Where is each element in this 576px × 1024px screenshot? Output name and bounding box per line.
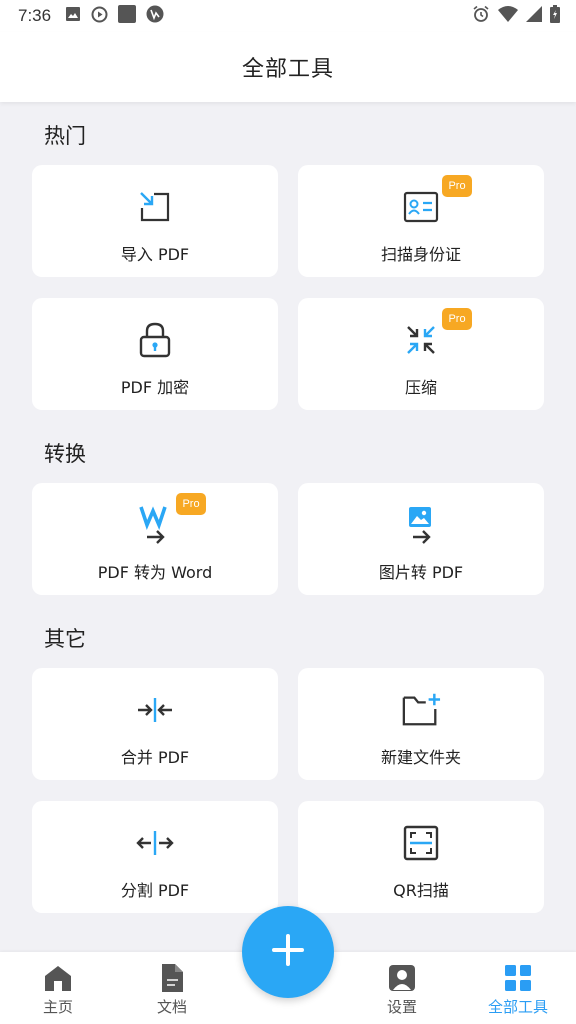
tool-card-merge-pdf[interactable]: 合并 PDF (32, 668, 278, 780)
wifi-icon (498, 6, 518, 26)
battery-icon (550, 5, 560, 27)
nav-label: 全部工具 (487, 998, 548, 1016)
nav-label: 主页 (42, 998, 73, 1016)
tool-card-pdf-to-word[interactable]: Pro PDF 转为 Word (32, 483, 278, 595)
grid-icon (502, 962, 534, 994)
tool-card-compress[interactable]: Pro 压缩 (298, 298, 544, 410)
status-time: 7:36 (18, 6, 52, 25)
play-circle-icon (91, 6, 108, 27)
tool-card-pdf-encrypt[interactable]: PDF 加密 (32, 298, 278, 410)
section-title-hot: 热门 (44, 124, 86, 148)
user-settings-icon (386, 962, 418, 994)
section-title-convert: 转换 (44, 442, 86, 466)
signal-icon (526, 6, 542, 26)
nav-item-all-tools[interactable]: 全部工具 (468, 962, 568, 1017)
import-icon (135, 187, 175, 227)
merge-icon (135, 690, 175, 730)
square-icon (118, 5, 137, 27)
tool-card-split-pdf[interactable]: 分割 PDF (32, 801, 278, 913)
word-convert-icon (135, 505, 175, 545)
tool-label: 合并 PDF (120, 748, 190, 767)
tool-label: QR扫描 (393, 881, 449, 900)
pro-badge: Pro (176, 493, 206, 515)
tool-card-new-folder[interactable]: 新建文件夹 (298, 668, 544, 780)
image-convert-icon (401, 505, 441, 545)
nav-label: 设置 (386, 998, 417, 1016)
tool-label: PDF 加密 (120, 378, 190, 397)
tool-label: 新建文件夹 (380, 748, 461, 767)
tool-label: 图片转 PDF (378, 563, 464, 582)
alarm-icon (472, 5, 490, 27)
tool-card-import-pdf[interactable]: 导入 PDF (32, 165, 278, 277)
tool-card-scan-id[interactable]: Pro 扫描身份证 (298, 165, 544, 277)
image-icon (65, 6, 81, 26)
lock-icon (135, 320, 175, 360)
add-button[interactable] (242, 906, 334, 998)
section-title-other: 其它 (44, 627, 86, 651)
nav-item-settings[interactable]: 设置 (352, 962, 452, 1017)
app-header: 全部工具 (0, 32, 576, 102)
compress-icon (401, 320, 441, 360)
nav-label: 文档 (156, 998, 187, 1016)
tool-label: 导入 PDF (120, 245, 190, 264)
document-icon (156, 962, 188, 994)
tool-card-qr-scan[interactable]: QR扫描 (298, 801, 544, 913)
nav-item-home[interactable]: 主页 (8, 962, 108, 1017)
page-title: 全部工具 (241, 57, 334, 82)
tool-label: PDF 转为 Word (97, 563, 213, 582)
status-bar: 7:36 (0, 0, 576, 32)
tool-label: 压缩 (404, 378, 437, 397)
pro-badge: Pro (442, 308, 472, 330)
tool-card-image-to-pdf[interactable]: 图片转 PDF (298, 483, 544, 595)
nav-item-documents[interactable]: 文档 (122, 962, 222, 1017)
pro-badge: Pro (442, 175, 472, 197)
split-icon (135, 823, 175, 863)
qr-scan-icon (401, 823, 441, 863)
id-card-icon (401, 187, 441, 227)
tool-label: 分割 PDF (120, 881, 190, 900)
new-folder-icon (401, 690, 441, 730)
tool-label: 扫描身份证 (380, 245, 461, 264)
browser-icon (146, 5, 164, 27)
plus-icon (271, 933, 305, 971)
home-icon (42, 962, 74, 994)
